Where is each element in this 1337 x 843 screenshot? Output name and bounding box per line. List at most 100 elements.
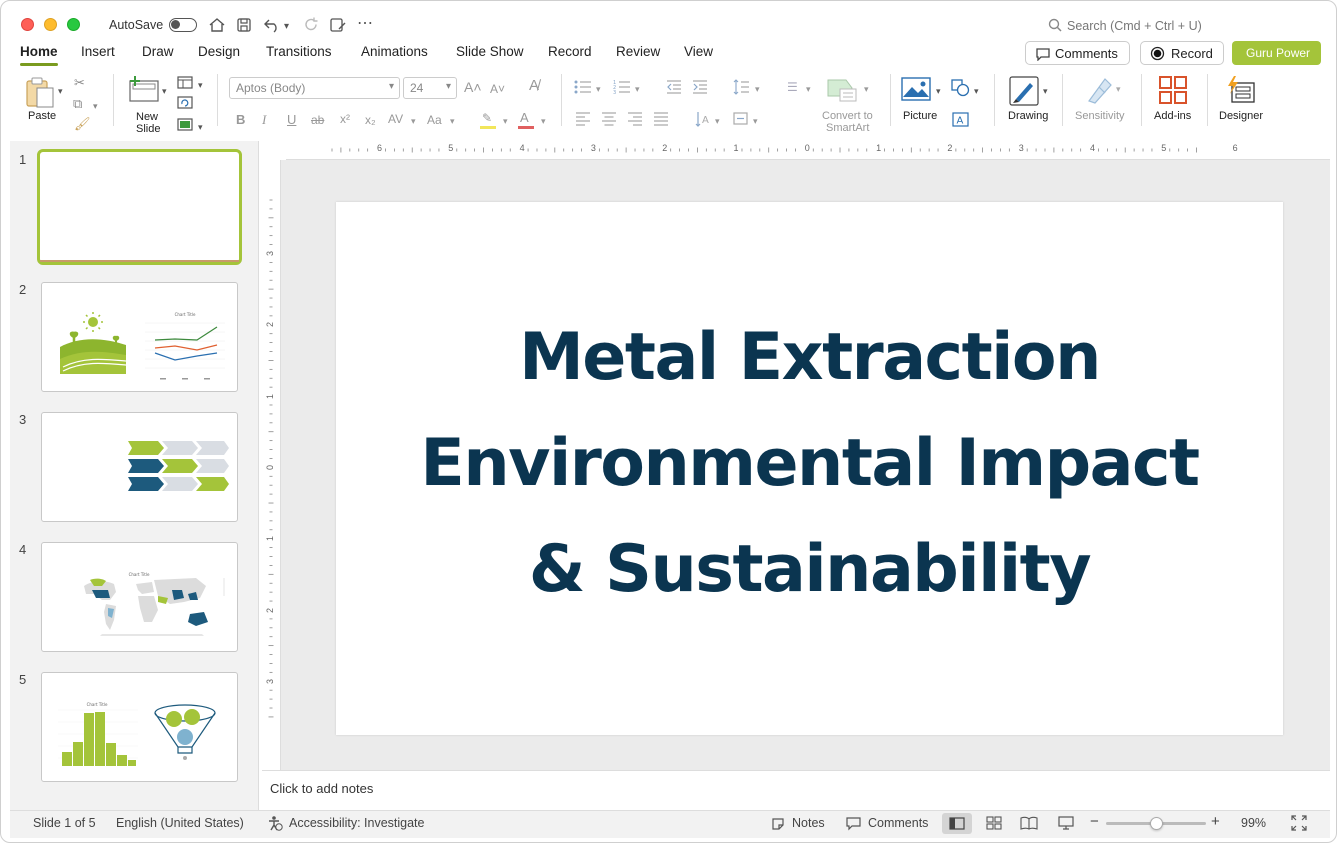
fit-to-window-icon[interactable]: [1291, 815, 1307, 831]
highlight-dropdown-icon[interactable]: ▾: [503, 114, 508, 128]
notes-toggle[interactable]: Notes: [792, 816, 825, 830]
thumbnail-slide-2[interactable]: Chart Title: [41, 282, 238, 392]
thumbnail-slide-5[interactable]: Chart Title: [41, 672, 238, 782]
thumbnail-slide-4[interactable]: Chart Title: [41, 542, 238, 652]
slide-sorter-icon[interactable]: [986, 816, 1002, 830]
zoom-slider[interactable]: [1106, 817, 1206, 830]
autosave-toggle[interactable]: [169, 18, 197, 32]
layout-icon[interactable]: [177, 76, 193, 89]
zoom-window-button[interactable]: [67, 18, 80, 31]
shapes-dropdown-icon[interactable]: ▾: [974, 84, 979, 98]
zoom-slider-thumb[interactable]: [1150, 817, 1163, 830]
picture-dropdown-icon[interactable]: ▾: [936, 84, 941, 98]
align-text-icon[interactable]: [732, 111, 749, 126]
sensitivity-button[interactable]: ▾ Sensitivity: [1073, 74, 1131, 126]
close-window-button[interactable]: [21, 18, 34, 31]
tab-review[interactable]: Review: [616, 44, 660, 59]
more-icon[interactable]: ⋯: [357, 16, 374, 32]
new-slide-dropdown-icon[interactable]: ▾: [162, 84, 167, 98]
font-name-select[interactable]: Aptos (Body) ▾: [229, 77, 400, 99]
shapes-icon[interactable]: [951, 79, 971, 97]
clear-formatting-icon[interactable]: A̸: [529, 78, 539, 93]
underline-icon[interactable]: U: [287, 113, 296, 127]
tab-animations[interactable]: Animations: [361, 44, 428, 59]
tab-slide-show[interactable]: Slide Show: [456, 44, 524, 59]
cut-icon[interactable]: ✂: [74, 76, 85, 90]
justify-icon[interactable]: [653, 112, 669, 126]
line-spacing-dropdown-icon[interactable]: ▾: [755, 82, 760, 96]
designer-button[interactable]: Designer: [1217, 74, 1267, 126]
font-color-dropdown-icon[interactable]: ▾: [541, 114, 546, 128]
slide-show-icon[interactable]: [1058, 816, 1074, 830]
change-case-icon[interactable]: Aa: [427, 113, 442, 127]
record-button[interactable]: Record: [1140, 41, 1224, 65]
tab-transitions[interactable]: Transitions: [266, 44, 332, 59]
section-dropdown-icon[interactable]: ▾: [198, 120, 203, 134]
horizontal-ruler[interactable]: 6 5 4 3 2 1 0 1 2 3 4 5 6: [286, 141, 1330, 160]
accessibility-status[interactable]: Accessibility: Investigate: [289, 816, 424, 830]
slide-canvas[interactable]: Metal Extraction Environmental Impact & …: [336, 202, 1283, 735]
subscript-icon[interactable]: x₂: [365, 113, 376, 127]
align-center-icon[interactable]: [601, 112, 617, 126]
character-spacing-icon[interactable]: AV: [388, 112, 403, 126]
language-status[interactable]: English (United States): [116, 816, 244, 830]
tab-record[interactable]: Record: [548, 44, 592, 59]
align-right-icon[interactable]: [627, 112, 643, 126]
increase-indent-icon[interactable]: [692, 80, 708, 94]
minimize-window-button[interactable]: [44, 18, 57, 31]
numbering-icon[interactable]: 123: [613, 80, 631, 94]
guru-power-button[interactable]: Guru Power: [1232, 41, 1321, 65]
reset-icon[interactable]: [177, 96, 193, 109]
columns-dropdown-icon[interactable]: ▾: [806, 82, 811, 96]
strikethrough-icon[interactable]: ab: [311, 113, 324, 127]
slide-title[interactable]: Metal Extraction Environmental Impact & …: [336, 305, 1283, 623]
zoom-out-button[interactable]: −: [1090, 813, 1099, 830]
comments-toggle[interactable]: Comments: [868, 816, 928, 830]
drawing-dropdown-icon[interactable]: ▾: [1043, 84, 1048, 98]
text-box-icon[interactable]: A: [952, 112, 969, 127]
undo-icon[interactable]: [263, 16, 281, 34]
tab-design[interactable]: Design: [198, 44, 240, 59]
new-slide-button[interactable]: New Slide: [125, 74, 171, 135]
home-icon[interactable]: [208, 16, 226, 34]
thumbnail-slide-1[interactable]: [37, 149, 242, 265]
notes-pane[interactable]: Click to add notes: [262, 770, 1330, 810]
accessibility-icon[interactable]: [267, 815, 283, 831]
paste-dropdown-icon[interactable]: ▾: [58, 84, 63, 98]
copy-icon[interactable]: ⧉: [73, 97, 82, 111]
layout-dropdown-icon[interactable]: ▾: [198, 78, 203, 92]
font-size-select[interactable]: 24 ▾: [403, 77, 457, 99]
decrease-indent-icon[interactable]: [666, 80, 682, 94]
columns-icon[interactable]: ☰: [787, 80, 798, 94]
bullets-icon[interactable]: [574, 80, 592, 94]
comments-button[interactable]: Comments: [1025, 41, 1130, 65]
decrease-font-icon[interactable]: A˅: [490, 82, 505, 96]
drawing-button[interactable]: Drawing: [1006, 74, 1052, 126]
align-text-dropdown-icon[interactable]: ▾: [753, 114, 758, 128]
italic-icon[interactable]: I: [262, 113, 266, 127]
paste-button[interactable]: Paste: [22, 74, 66, 126]
copy-dropdown-icon[interactable]: ▾: [93, 99, 98, 113]
tab-draw[interactable]: Draw: [142, 44, 174, 59]
zoom-in-button[interactable]: +: [1211, 813, 1220, 830]
save-icon[interactable]: [236, 17, 252, 33]
text-direction-dropdown-icon[interactable]: ▾: [715, 114, 720, 128]
numbering-dropdown-icon[interactable]: ▾: [635, 82, 640, 96]
vertical-ruler[interactable]: 3 2 1 0 1 2 3: [262, 160, 281, 770]
format-painter-icon[interactable]: 🖌: [74, 117, 91, 131]
normal-view-button[interactable]: [942, 813, 972, 834]
reading-view-icon[interactable]: [1020, 816, 1038, 830]
tab-view[interactable]: View: [684, 44, 713, 59]
undo-dropdown-icon[interactable]: ▾: [284, 19, 289, 34]
redo-icon[interactable]: [303, 16, 320, 33]
addins-button[interactable]: Add-ins: [1152, 74, 1196, 126]
convert-smartart-button[interactable]: ▾ Convert to SmartArt: [818, 76, 880, 134]
bold-icon[interactable]: B: [236, 113, 245, 127]
tab-home[interactable]: Home: [20, 44, 58, 59]
line-spacing-icon[interactable]: [733, 79, 750, 95]
change-case-dropdown-icon[interactable]: ▾: [450, 114, 455, 128]
increase-font-icon[interactable]: A˄: [464, 80, 482, 94]
tab-insert[interactable]: Insert: [81, 44, 115, 59]
character-spacing-dropdown-icon[interactable]: ▾: [411, 114, 416, 128]
zoom-level[interactable]: 99%: [1241, 816, 1266, 830]
